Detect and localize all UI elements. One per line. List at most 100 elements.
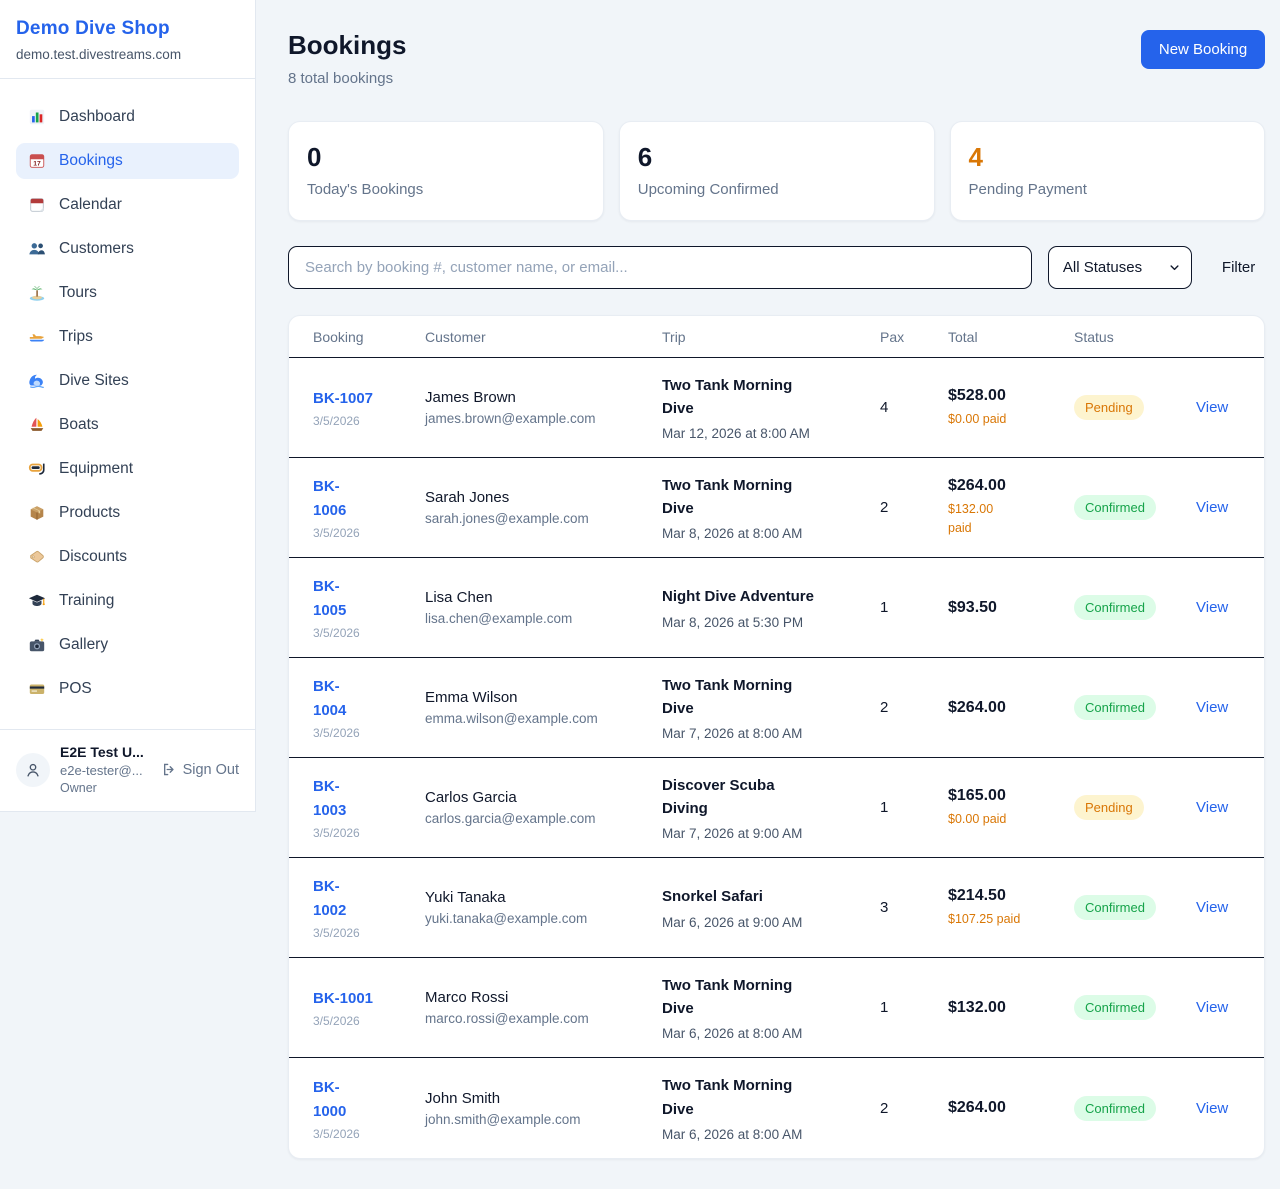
trip-datetime: Mar 6, 2026 at 8:00 AM bbox=[662, 1026, 868, 1041]
trip-name: Snorkel Safari bbox=[662, 885, 868, 908]
trip-datetime: Mar 6, 2026 at 8:00 AM bbox=[662, 1127, 868, 1142]
booking-id-link[interactable]: BK-1001 bbox=[313, 987, 413, 1011]
stat-card-todays-bookings: 0 Today's Bookings bbox=[288, 121, 604, 221]
total-amount: $528.00 bbox=[948, 387, 1062, 405]
booking-date: 3/5/2026 bbox=[313, 414, 413, 428]
filter-button[interactable]: Filter bbox=[1222, 259, 1255, 276]
stat-label: Today's Bookings bbox=[307, 181, 585, 198]
sidebar-item-products[interactable]: Products bbox=[16, 495, 239, 531]
people-icon bbox=[28, 240, 46, 258]
status-cell: Confirmed bbox=[1074, 495, 1196, 520]
status-cell: Pending bbox=[1074, 795, 1196, 820]
person-icon bbox=[24, 761, 42, 779]
sidebar-item-customers[interactable]: Customers bbox=[16, 231, 239, 267]
view-link[interactable]: View bbox=[1196, 899, 1240, 916]
customer-cell: Marco Rossi marco.rossi@example.com bbox=[425, 989, 662, 1026]
sidebar-item-trips[interactable]: Trips bbox=[16, 319, 239, 355]
wave-icon bbox=[28, 372, 46, 390]
view-link[interactable]: View bbox=[1196, 699, 1240, 716]
booking-cell: BK-1001 3/5/2026 bbox=[313, 987, 425, 1028]
booking-id-link[interactable]: BK- 1006 bbox=[313, 475, 413, 523]
sidebar-item-pos[interactable]: POS bbox=[16, 671, 239, 707]
view-link[interactable]: View bbox=[1196, 799, 1240, 816]
page-title-block: Bookings 8 total bookings bbox=[288, 30, 406, 87]
customer-email: james.brown@example.com bbox=[425, 411, 650, 426]
sidebar-item-label: Customers bbox=[59, 240, 134, 258]
booking-cell: BK- 1005 3/5/2026 bbox=[313, 575, 425, 640]
customer-name: James Brown bbox=[425, 389, 650, 406]
booking-cell: BK- 1003 3/5/2026 bbox=[313, 775, 425, 840]
status-badge: Confirmed bbox=[1074, 495, 1156, 520]
pax-value: 2 bbox=[880, 699, 948, 716]
filter-row: All Statuses Filter bbox=[288, 246, 1265, 289]
booking-id-link[interactable]: BK- 1003 bbox=[313, 775, 413, 823]
sidebar-item-boats[interactable]: Boats bbox=[16, 407, 239, 443]
page-subtitle: 8 total bookings bbox=[288, 70, 406, 87]
booking-id-link[interactable]: BK- 1000 bbox=[313, 1076, 413, 1124]
sidebar-item-tours[interactable]: Tours bbox=[16, 275, 239, 311]
booking-date: 3/5/2026 bbox=[313, 726, 413, 740]
status-badge: Confirmed bbox=[1074, 595, 1156, 620]
customer-cell: Emma Wilson emma.wilson@example.com bbox=[425, 689, 662, 726]
sidebar-item-calendar[interactable]: Calendar bbox=[16, 187, 239, 223]
stat-label: Upcoming Confirmed bbox=[638, 181, 916, 198]
sidebar-item-bookings[interactable]: 17 Bookings bbox=[16, 143, 239, 179]
trip-cell: Two Tank Morning Dive Mar 6, 2026 at 8:0… bbox=[662, 974, 880, 1042]
customer-cell: James Brown james.brown@example.com bbox=[425, 389, 662, 426]
sign-out-button[interactable]: Sign Out bbox=[160, 761, 239, 778]
view-link[interactable]: View bbox=[1196, 999, 1240, 1016]
customer-name: Sarah Jones bbox=[425, 489, 650, 506]
table-row: BK- 1006 3/5/2026 Sarah Jones sarah.jone… bbox=[289, 458, 1264, 558]
booking-id-link[interactable]: BK-1007 bbox=[313, 387, 413, 411]
table-row: BK- 1005 3/5/2026 Lisa Chen lisa.chen@ex… bbox=[289, 558, 1264, 658]
camera-icon bbox=[28, 636, 46, 654]
view-link[interactable]: View bbox=[1196, 499, 1240, 516]
view-link[interactable]: View bbox=[1196, 399, 1240, 416]
user-email: e2e-tester@... bbox=[60, 763, 150, 778]
sidebar-item-label: Products bbox=[59, 504, 120, 522]
status-badge: Pending bbox=[1074, 795, 1144, 820]
table-row: BK-1007 3/5/2026 James Brown james.brown… bbox=[289, 358, 1264, 458]
new-booking-button[interactable]: New Booking bbox=[1141, 30, 1265, 69]
status-select[interactable]: All Statuses bbox=[1048, 246, 1192, 289]
view-link[interactable]: View bbox=[1196, 599, 1240, 616]
sidebar-item-dive-sites[interactable]: Dive Sites bbox=[16, 363, 239, 399]
credit-card-icon bbox=[28, 680, 46, 698]
customer-email: emma.wilson@example.com bbox=[425, 711, 650, 726]
customer-name: John Smith bbox=[425, 1090, 650, 1107]
booking-id-link[interactable]: BK- 1002 bbox=[313, 875, 413, 923]
view-link[interactable]: View bbox=[1196, 1100, 1240, 1117]
speedboat-icon bbox=[28, 328, 46, 346]
booking-cell: BK- 1004 3/5/2026 bbox=[313, 675, 425, 740]
total-amount: $264.00 bbox=[948, 699, 1062, 717]
booking-id-link[interactable]: BK- 1005 bbox=[313, 575, 413, 623]
booking-date: 3/5/2026 bbox=[313, 926, 413, 940]
pax-value: 1 bbox=[880, 599, 948, 616]
booking-id-link[interactable]: BK- 1004 bbox=[313, 675, 413, 723]
sidebar-item-training[interactable]: Training bbox=[16, 583, 239, 619]
paid-amount: $132.00 paid bbox=[948, 500, 1062, 538]
user-meta: E2E Test U... e2e-tester@... Owner bbox=[60, 744, 150, 795]
sidebar-item-gallery[interactable]: Gallery bbox=[16, 627, 239, 663]
sidebar-item-dashboard[interactable]: Dashboard bbox=[16, 99, 239, 135]
search-input[interactable] bbox=[288, 246, 1032, 289]
status-select-wrap: All Statuses bbox=[1048, 246, 1192, 289]
customer-name: Yuki Tanaka bbox=[425, 889, 650, 906]
sidebar-item-equipment[interactable]: Equipment bbox=[16, 451, 239, 487]
total-cell: $264.00 bbox=[948, 1099, 1074, 1117]
table-header-row: Booking Customer Trip Pax Total Status bbox=[289, 316, 1264, 358]
customer-name: Lisa Chen bbox=[425, 589, 650, 606]
sidebar-item-label: Dashboard bbox=[59, 108, 135, 126]
status-cell: Confirmed bbox=[1074, 995, 1196, 1020]
dive-mask-icon bbox=[28, 460, 46, 478]
customer-email: marco.rossi@example.com bbox=[425, 1011, 650, 1026]
total-cell: $165.00 $0.00 paid bbox=[948, 787, 1074, 829]
status-badge: Confirmed bbox=[1074, 1096, 1156, 1121]
sidebar-item-discounts[interactable]: Discounts bbox=[16, 539, 239, 575]
logout-icon bbox=[160, 761, 177, 778]
booking-cell: BK- 1000 3/5/2026 bbox=[313, 1076, 425, 1141]
total-cell: $264.00 $132.00 paid bbox=[948, 477, 1074, 538]
column-header-status: Status bbox=[1074, 329, 1196, 345]
stat-card-upcoming-confirmed: 6 Upcoming Confirmed bbox=[619, 121, 935, 221]
tag-icon bbox=[28, 548, 46, 566]
